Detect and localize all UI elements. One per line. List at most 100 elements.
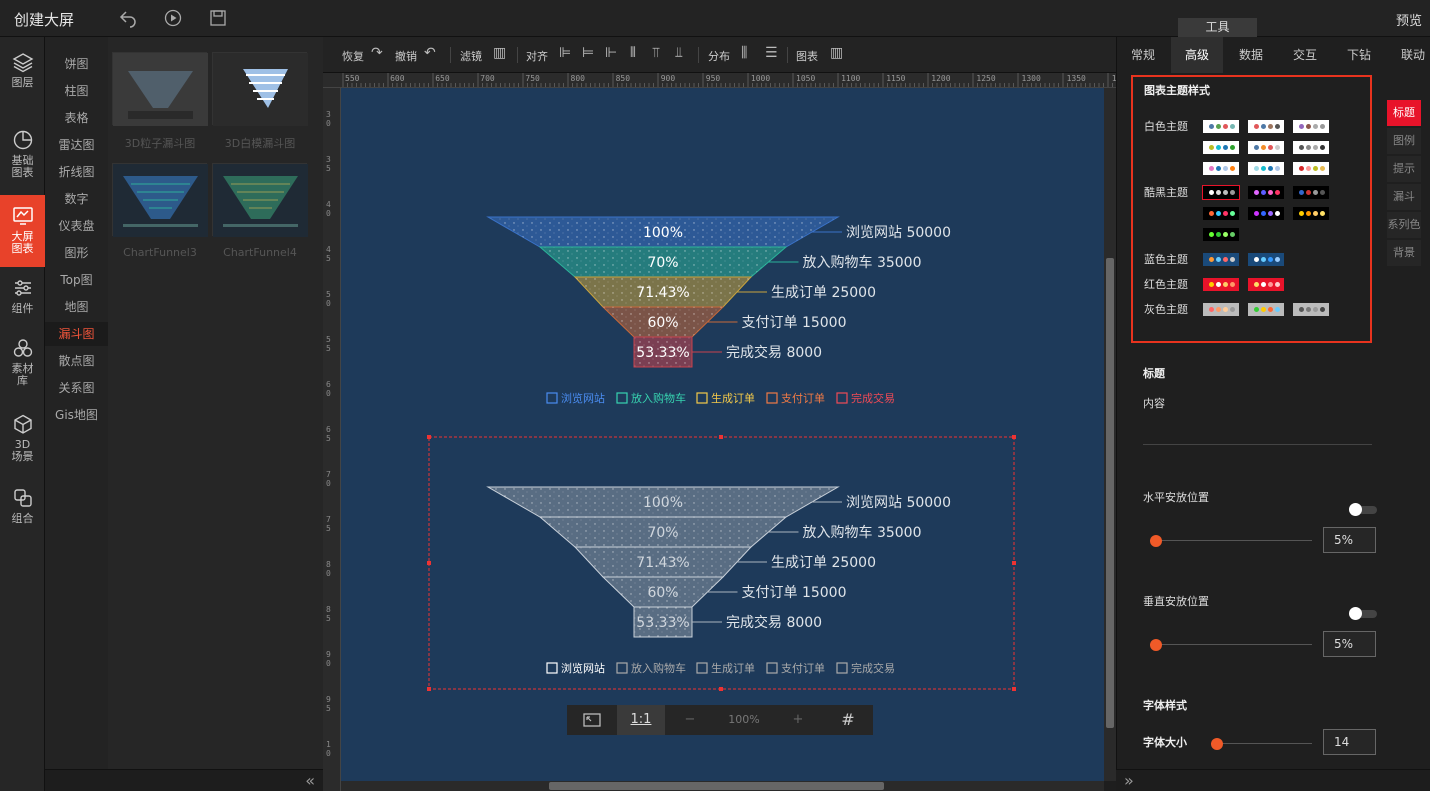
category-item[interactable]: Gis地图 xyxy=(45,403,108,427)
nav-group[interactable]: 组合 xyxy=(0,487,45,531)
legend-icon[interactable] xyxy=(836,392,848,404)
legend-label[interactable]: 完成交易 xyxy=(851,661,895,675)
theme-swatch[interactable] xyxy=(1293,162,1329,175)
legend-label[interactable]: 支付订单 xyxy=(781,662,825,675)
theme-swatch[interactable] xyxy=(1293,186,1329,199)
theme-swatch[interactable] xyxy=(1203,207,1239,220)
theme-swatch[interactable] xyxy=(1248,253,1284,266)
thumbnail-chart-funnel-4[interactable] xyxy=(212,163,308,237)
category-item[interactable]: 关系图 xyxy=(45,376,108,400)
panel-tab[interactable]: 高级 xyxy=(1171,37,1223,73)
legend-label[interactable]: 放入购物车 xyxy=(631,661,686,675)
redo-icon[interactable]: ↷ xyxy=(371,45,383,61)
font-size-slider[interactable] xyxy=(1211,743,1312,744)
align-right-icon[interactable]: ⊩ xyxy=(605,45,617,61)
back-icon[interactable] xyxy=(118,8,138,28)
panel-tab[interactable]: 联动 xyxy=(1387,37,1430,73)
theme-swatch[interactable] xyxy=(1248,278,1284,291)
v-position-knob[interactable] xyxy=(1150,639,1162,651)
theme-swatch[interactable] xyxy=(1293,207,1329,220)
legend-icon[interactable] xyxy=(766,392,778,404)
zoom-1-1-button[interactable]: 1:1 xyxy=(617,705,665,735)
theme-swatch[interactable] xyxy=(1293,141,1329,154)
nav-basic-charts[interactable]: 基础图表 xyxy=(0,129,45,189)
preview-button[interactable]: 预览 xyxy=(1396,10,1422,29)
align-left-icon[interactable]: ⊫ xyxy=(559,45,571,61)
align-vcenter-icon[interactable]: ⫴ xyxy=(630,45,636,61)
theme-swatch[interactable] xyxy=(1203,278,1239,291)
panel-tab[interactable]: 常规 xyxy=(1117,37,1169,73)
funnel-chart-gray[interactable]: 100% 浏览网站 50000 70% 放入购物车 35000 71.43% 生成订单 2… xyxy=(486,486,951,638)
theme-swatch[interactable] xyxy=(1202,185,1240,200)
funnel-chart-colored[interactable]: 100% 浏览网站 50000 70% 放入购物车 35000 71.43% 生成订单 2… xyxy=(486,216,951,368)
legend-label[interactable]: 浏览网站 xyxy=(561,661,605,675)
panel-tab[interactable]: 数据 xyxy=(1225,37,1277,73)
thumbnail-3d-white-funnel[interactable] xyxy=(212,52,308,126)
h-position-toggle[interactable] xyxy=(1349,503,1377,516)
grid-icon[interactable]: # xyxy=(823,705,873,735)
legend-label[interactable]: 支付订单 xyxy=(781,392,825,405)
legend-label[interactable]: 完成交易 xyxy=(851,391,895,405)
align-center-icon[interactable]: ⊨ xyxy=(582,45,594,61)
category-item[interactable]: 仪表盘 xyxy=(45,214,108,238)
theme-swatch[interactable] xyxy=(1248,120,1284,133)
theme-swatch[interactable] xyxy=(1203,303,1239,316)
theme-swatch[interactable] xyxy=(1248,162,1284,175)
nav-screen-charts[interactable]: 大屏图表 xyxy=(0,195,45,267)
property-side-tab[interactable]: 图例 xyxy=(1387,128,1421,154)
category-item[interactable]: 雷达图 xyxy=(45,133,108,157)
canvas-horizontal-scrollbar[interactable] xyxy=(341,781,1104,791)
v-position-slider[interactable] xyxy=(1150,644,1312,645)
property-side-tab[interactable]: 漏斗 xyxy=(1387,184,1421,210)
align-bottom-icon[interactable]: ⫫ xyxy=(675,45,683,61)
h-position-value[interactable]: 5% xyxy=(1323,527,1376,553)
category-item[interactable]: 饼图 xyxy=(45,52,108,76)
collapse-right-panel[interactable]: » xyxy=(1116,769,1430,791)
category-item[interactable]: 数字 xyxy=(45,187,108,211)
category-item[interactable]: 地图 xyxy=(45,295,108,319)
font-size-knob[interactable] xyxy=(1211,738,1223,750)
panel-tab[interactable]: 交互 xyxy=(1279,37,1331,73)
property-side-tab[interactable]: 标题 xyxy=(1387,100,1421,126)
distribute-v-icon[interactable]: ☰ xyxy=(765,45,778,61)
nav-layers[interactable]: 图层 xyxy=(0,51,45,101)
category-item[interactable]: 散点图 xyxy=(45,349,108,373)
category-item[interactable]: 漏斗图 xyxy=(45,322,108,346)
collapse-left-panel[interactable]: « xyxy=(45,769,323,791)
legend-label[interactable]: 放入购物车 xyxy=(631,391,686,405)
property-side-tab[interactable]: 背景 xyxy=(1387,240,1421,266)
save-icon[interactable] xyxy=(208,8,228,28)
theme-swatch[interactable] xyxy=(1248,186,1284,199)
category-item[interactable]: 折线图 xyxy=(45,160,108,184)
theme-swatch[interactable] xyxy=(1293,120,1329,133)
thumbnail-chart-funnel-3[interactable] xyxy=(112,163,208,237)
font-size-value[interactable]: 14 xyxy=(1323,729,1376,755)
undo-icon[interactable]: ↶ xyxy=(424,45,436,61)
redo-button[interactable]: 恢复 xyxy=(342,48,364,64)
legend-icon[interactable] xyxy=(836,662,848,674)
category-item[interactable]: 柱图 xyxy=(45,79,108,103)
legend-icon[interactable] xyxy=(546,392,558,404)
design-canvas[interactable]: 100% 浏览网站 50000 70% 放入购物车 35000 71.43% 生成订单 2… xyxy=(341,88,1104,781)
legend-label[interactable]: 生成订单 xyxy=(711,391,755,405)
theme-swatch[interactable] xyxy=(1248,303,1284,316)
legend-icon[interactable] xyxy=(616,662,628,674)
theme-swatch[interactable] xyxy=(1203,228,1239,241)
nav-components[interactable]: 组件 xyxy=(0,277,45,321)
theme-swatch[interactable] xyxy=(1203,120,1239,133)
panel-tab[interactable]: 下钻 xyxy=(1333,37,1385,73)
distribute-h-icon[interactable]: ⫼ xyxy=(741,45,747,61)
fit-screen-icon[interactable] xyxy=(567,705,617,735)
h-position-knob[interactable] xyxy=(1150,535,1162,547)
nav-materials[interactable]: 素材库 xyxy=(0,337,45,397)
align-button[interactable]: 对齐 xyxy=(526,48,548,64)
chart-button[interactable]: 图表 xyxy=(796,48,818,64)
theme-swatch[interactable] xyxy=(1248,207,1284,220)
play-icon[interactable] xyxy=(163,8,183,28)
zoom-out-button[interactable]: − xyxy=(665,705,715,735)
undo-button[interactable]: 撤销 xyxy=(395,48,417,64)
category-item[interactable]: 图形 xyxy=(45,241,108,265)
legend-icon[interactable] xyxy=(546,662,558,674)
distribute-button[interactable]: 分布 xyxy=(708,48,730,64)
theme-swatch[interactable] xyxy=(1293,303,1329,316)
